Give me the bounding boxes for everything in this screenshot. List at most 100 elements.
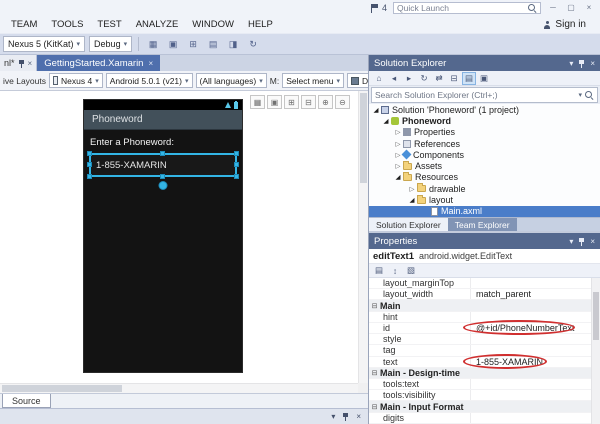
selection-handle[interactable] — [87, 174, 92, 179]
expander-icon[interactable]: ◢ — [393, 173, 403, 181]
android-version-combo[interactable]: Android 5.0.1 (v21) ▾ — [106, 73, 193, 88]
selection-drag-handle[interactable] — [159, 181, 168, 190]
zoom-button-2[interactable]: ▣ — [267, 95, 282, 109]
tree-item-references[interactable]: ▷ References — [369, 138, 600, 149]
device-combo[interactable]: Nexus 4 ▾ — [49, 73, 103, 88]
pin-icon[interactable] — [342, 412, 349, 421]
alphabetical-icon[interactable]: ↕ — [388, 264, 402, 277]
property-value[interactable]: match_parent — [471, 289, 600, 299]
categorized-icon[interactable]: ▤ — [372, 264, 386, 277]
tab-source[interactable]: Source — [2, 394, 51, 408]
select-menu-combo[interactable]: Select menu ▾ — [282, 73, 344, 88]
property-value[interactable] — [471, 278, 600, 288]
zoom-button-4[interactable]: ⊟ — [301, 95, 316, 109]
selection-handle[interactable] — [160, 174, 165, 179]
close-button[interactable]: × — [583, 2, 595, 14]
notifications[interactable]: 4 — [371, 3, 387, 13]
close-icon[interactable]: × — [148, 59, 153, 68]
menu-help[interactable]: HELP — [241, 16, 280, 33]
property-category-input-format[interactable]: ⊟ Main - Input Format — [369, 401, 600, 412]
zoom-in-button[interactable]: ⊕ — [318, 95, 333, 109]
toolbar-button-3[interactable]: ⊞ — [185, 36, 201, 52]
chevron-down-icon[interactable]: ▾ — [331, 412, 335, 421]
minimize-button[interactable]: ─ — [547, 2, 559, 14]
expander-icon[interactable]: ▷ — [393, 128, 403, 136]
tree-item-phoneword-project[interactable]: ◢ Phoneword — [369, 115, 600, 126]
expander-icon[interactable]: ▷ — [393, 140, 403, 148]
close-icon[interactable]: × — [590, 237, 595, 246]
expander-icon[interactable]: ◢ — [371, 106, 381, 114]
collapse-icon[interactable]: ⊟ — [369, 302, 380, 310]
selection-handle[interactable] — [234, 174, 239, 179]
zoom-out-button[interactable]: ⊖ — [335, 95, 350, 109]
property-value[interactable]: @+id/PhoneNumberText — [471, 323, 600, 333]
language-combo[interactable]: (All languages) ▾ — [196, 73, 267, 88]
chevron-down-icon[interactable]: ▾ — [569, 59, 573, 68]
collapse-all-icon[interactable]: ⊟ — [447, 72, 461, 85]
properties-icon[interactable]: ▣ — [477, 72, 491, 85]
toolbar-button-5[interactable]: ◨ — [225, 36, 241, 52]
document-tab-active[interactable]: GettingStarted.Xamarin × — [37, 55, 160, 71]
tree-item-drawable[interactable]: ▷ drawable — [369, 183, 600, 194]
close-icon[interactable]: × — [590, 59, 595, 68]
configuration-combo[interactable]: Debug ▾ — [89, 36, 132, 52]
chevron-down-icon[interactable]: ▾ — [569, 237, 573, 246]
selection-handle[interactable] — [87, 151, 92, 156]
properties-scrollbar[interactable] — [591, 278, 600, 424]
forward-icon[interactable]: ▸ — [402, 72, 416, 85]
tree-item-resources[interactable]: ◢ Resources — [369, 172, 600, 183]
design-surface[interactable]: ▦ ▣ ⊞ ⊟ ⊕ ⊖ Phoneword Enter a Phoneword: — [0, 91, 368, 393]
alternative-layouts-label[interactable]: ive Layouts — [3, 76, 46, 86]
menu-test[interactable]: TEST — [90, 16, 128, 33]
zoom-button-3[interactable]: ⊞ — [284, 95, 299, 109]
tree-item-components[interactable]: ▷ Components — [369, 149, 600, 160]
solution-explorer-title-bar[interactable]: Solution Explorer ▾ × — [369, 55, 600, 71]
collapse-icon[interactable]: ⊟ — [369, 403, 380, 411]
property-category-main[interactable]: ⊟ Main — [369, 300, 600, 311]
menu-tools[interactable]: TOOLS — [44, 16, 90, 33]
close-icon[interactable]: × — [28, 59, 33, 68]
tree-item-properties[interactable]: ▷ Properties — [369, 127, 600, 138]
property-category-design-time[interactable]: ⊟ Main - Design-time — [369, 368, 600, 379]
property-value[interactable] — [471, 379, 600, 389]
collapse-icon[interactable]: ⊟ — [369, 369, 380, 377]
designer-vertical-scrollbar[interactable] — [358, 91, 368, 383]
menu-team[interactable]: TEAM — [4, 16, 44, 33]
toolbar-button-2[interactable]: ▣ — [165, 36, 181, 52]
quick-launch-input[interactable]: Quick Launch — [393, 2, 541, 14]
expander-icon[interactable]: ◢ — [407, 196, 417, 204]
maximize-button[interactable]: ▢ — [565, 2, 577, 14]
close-icon[interactable]: × — [356, 412, 361, 421]
property-value[interactable] — [471, 413, 600, 423]
tree-item-layout[interactable]: ◢ layout — [369, 194, 600, 205]
scrollbar-thumb[interactable] — [2, 385, 122, 392]
selection-handle[interactable] — [87, 162, 92, 167]
menu-analyze[interactable]: ANALYZE — [129, 16, 186, 33]
home-icon[interactable]: ⌂ — [372, 72, 386, 85]
scrollbar-thumb[interactable] — [593, 292, 599, 340]
property-pages-icon[interactable]: ▧ — [404, 264, 418, 277]
property-value[interactable] — [471, 345, 600, 355]
zoom-button-1[interactable]: ▦ — [250, 95, 265, 109]
sync-icon[interactable]: ⇄ — [432, 72, 446, 85]
phone-textview[interactable]: Enter a Phoneword: — [90, 137, 237, 148]
tree-item-main-axml[interactable]: Main.axml — [369, 206, 600, 217]
expander-icon[interactable]: ◢ — [381, 117, 391, 125]
toolbar-button-6[interactable]: ↻ — [245, 36, 261, 52]
selection-handle[interactable] — [234, 151, 239, 156]
refresh-icon[interactable]: ↻ — [417, 72, 431, 85]
tree-item-solution[interactable]: ◢ Solution 'Phoneword' (1 project) — [369, 104, 600, 115]
pin-icon[interactable] — [578, 59, 585, 68]
toolbar-button-1[interactable]: ▦ — [145, 36, 161, 52]
tab-solution-explorer[interactable]: Solution Explorer — [369, 218, 448, 231]
selection-handle[interactable] — [160, 151, 165, 156]
phone-edittext-selected[interactable]: 1-855-XAMARIN — [89, 153, 237, 177]
tree-item-assets[interactable]: ▷ Assets — [369, 160, 600, 171]
expander-icon[interactable]: ▷ — [393, 162, 403, 170]
show-all-files-icon[interactable]: ▤ — [462, 72, 476, 85]
property-value[interactable]: 1-855-XAMARIN — [471, 357, 600, 367]
property-value[interactable] — [471, 334, 600, 344]
property-value[interactable] — [471, 312, 600, 322]
menu-window[interactable]: WINDOW — [185, 16, 241, 33]
property-value[interactable] — [471, 390, 600, 400]
